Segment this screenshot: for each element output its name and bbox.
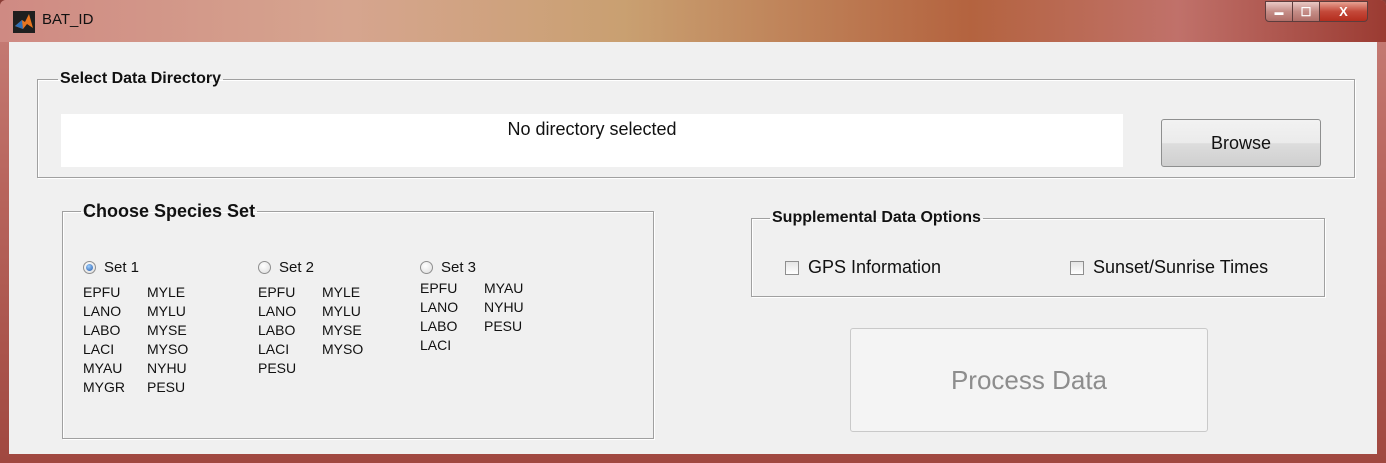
species-set-legend: Choose Species Set xyxy=(83,201,256,221)
species-code: PESU xyxy=(258,360,297,376)
set-1-group: Set 1 EPFU MYLE LANO MYLU LABO MYSE LACI… xyxy=(83,258,188,395)
species-code: LACI xyxy=(83,341,115,357)
sunset-sunrise-checkbox[interactable] xyxy=(1070,260,1084,275)
species-code: MYLU xyxy=(322,303,361,319)
title-bar[interactable]: BAT_ID ▬ ☐ X xyxy=(0,0,1386,42)
species-set-panel: Choose Species Set Set 1 EPFU MYLE LANO … xyxy=(62,201,654,439)
species-code: LABO xyxy=(258,322,296,338)
gps-label: GPS Information xyxy=(808,257,942,277)
maximize-icon: ☐ xyxy=(1300,4,1312,19)
species-code: EPFU xyxy=(83,284,121,300)
set-1-radio[interactable] xyxy=(83,260,96,274)
species-code xyxy=(484,337,524,353)
set-2-radio[interactable] xyxy=(258,260,271,274)
set-1-radio-option[interactable]: Set 1 xyxy=(83,258,188,276)
species-code: LACI xyxy=(258,341,290,357)
select-directory-legend: Select Data Directory xyxy=(60,70,221,87)
select-directory-panel: Select Data Directory No directory selec… xyxy=(37,70,1355,178)
species-code xyxy=(322,360,363,376)
species-code: LACI xyxy=(420,337,452,353)
species-code: LANO xyxy=(258,303,297,319)
sunset-sunrise-label: Sunset/Sunrise Times xyxy=(1093,257,1269,277)
species-code: MYLE xyxy=(322,284,361,300)
species-code: MYSO xyxy=(147,341,189,357)
set-3-label: Set 3 xyxy=(441,258,477,276)
supplemental-options-legend: Supplemental Data Options xyxy=(772,209,981,226)
species-code: MYLE xyxy=(147,284,186,300)
minimize-icon: ▬ xyxy=(1274,6,1284,17)
set-3-radio[interactable] xyxy=(420,260,433,274)
window-controls: ▬ ☐ X xyxy=(1265,1,1368,23)
species-code: MYSE xyxy=(147,322,187,338)
close-button[interactable]: X xyxy=(1320,1,1368,22)
set-3-radio-option[interactable]: Set 3 xyxy=(420,258,524,276)
app-window: BAT_ID ▬ ☐ X Select Data Directory No di… xyxy=(0,0,1386,463)
species-code: EPFU xyxy=(258,284,296,300)
set-1-species-list: EPFU MYLE LANO MYLU LABO MYSE LACI MYSO … xyxy=(83,284,188,395)
window-title: BAT_ID xyxy=(42,11,94,28)
set-2-label: Set 2 xyxy=(279,258,315,276)
matlab-app-icon xyxy=(13,11,35,33)
minimize-button[interactable]: ▬ xyxy=(1265,1,1293,22)
species-code: NYHU xyxy=(147,360,187,376)
species-code: NYHU xyxy=(484,299,524,315)
set-1-label: Set 1 xyxy=(104,258,140,276)
species-code: LABO xyxy=(420,318,458,334)
browse-button[interactable]: Browse xyxy=(1161,119,1321,167)
set-2-species-list: EPFU MYLE LANO MYLU LABO MYSE LACI MYSO … xyxy=(258,284,363,376)
species-code: MYLU xyxy=(147,303,186,319)
species-code: MYSO xyxy=(322,341,364,357)
gps-option[interactable]: GPS Information xyxy=(785,257,941,278)
species-code: LABO xyxy=(83,322,121,338)
set-2-radio-option[interactable]: Set 2 xyxy=(258,258,363,276)
species-code: LANO xyxy=(420,299,459,315)
close-icon: X xyxy=(1339,4,1348,19)
process-data-button[interactable]: Process Data xyxy=(850,328,1208,432)
directory-path-display: No directory selected xyxy=(61,114,1123,167)
sunset-sunrise-option[interactable]: Sunset/Sunrise Times xyxy=(1070,257,1268,278)
set-2-group: Set 2 EPFU MYLE LANO MYLU LABO MYSE LACI… xyxy=(258,258,363,376)
species-code: PESU xyxy=(484,318,523,334)
species-code: LANO xyxy=(83,303,122,319)
maximize-button[interactable]: ☐ xyxy=(1293,1,1320,22)
set-3-group: Set 3 EPFU MYAU LANO NYHU LABO PESU LACI xyxy=(420,258,524,353)
client-area: Select Data Directory No directory selec… xyxy=(9,42,1377,454)
species-code: EPFU xyxy=(420,280,458,296)
species-code: MYGR xyxy=(83,379,125,395)
species-code: MYAU xyxy=(83,360,123,376)
set-3-species-list: EPFU MYAU LANO NYHU LABO PESU LACI xyxy=(420,280,524,353)
species-code: PESU xyxy=(147,379,186,395)
supplemental-options-panel: Supplemental Data Options GPS Informatio… xyxy=(751,209,1325,297)
species-code: MYAU xyxy=(484,280,524,296)
species-code: MYSE xyxy=(322,322,362,338)
gps-checkbox[interactable] xyxy=(785,260,799,275)
